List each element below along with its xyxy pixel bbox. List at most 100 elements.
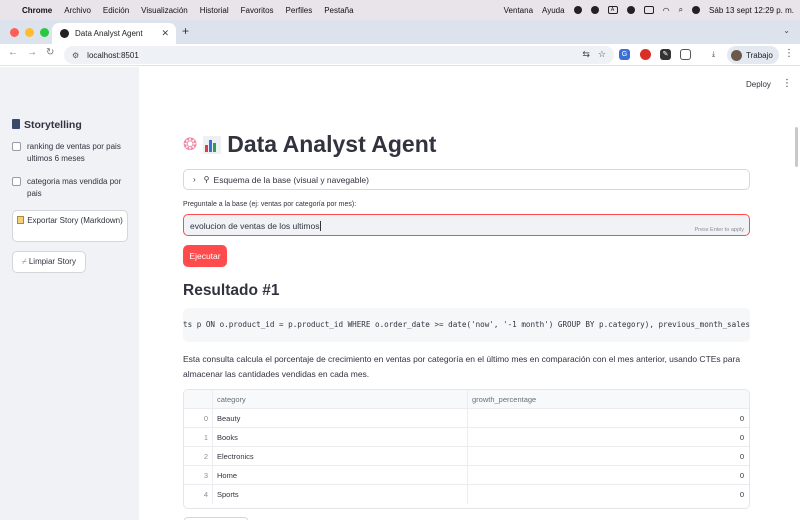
story-item-checkbox[interactable]: ranking de ventas por pais ultimos 6 mes… [12, 141, 130, 165]
zoom-window-icon[interactable] [40, 28, 49, 37]
sql-code: ts p ON o.product_id = p.product_id WHER… [183, 320, 750, 329]
menu-archivo[interactable]: Archivo [64, 6, 91, 15]
story-item-checkbox[interactable]: categoria mas vendida por pais [12, 176, 130, 200]
story-item-label: ranking de ventas por pais ultimos 6 mes… [27, 142, 121, 163]
browser-toolbar: ← → ↻ ⚙ localhost:8501 ⇆ ☆ G ✎ ⤓ Trabajo… [0, 44, 800, 66]
checkbox[interactable] [12, 177, 21, 186]
thread-spool-icon [12, 119, 20, 129]
minimize-window-icon[interactable] [25, 28, 34, 37]
forward-arrow-icon[interactable]: → [27, 47, 37, 58]
close-window-icon[interactable] [10, 28, 19, 37]
address-url[interactable]: localhost:8501 [87, 51, 139, 60]
query-value[interactable]: evolucion de ventas de los ultimos [190, 221, 319, 231]
table-header: category growth_percentage [184, 390, 749, 409]
growth-cell[interactable]: 0 [467, 409, 749, 428]
query-input[interactable]: evolucion de ventas de los ultimos Press… [183, 214, 750, 236]
tab-search-chevron-icon[interactable]: ⌄ [783, 26, 790, 35]
bookmark-star-icon[interactable]: ☆ [598, 49, 606, 60]
play-icon[interactable] [590, 6, 599, 14]
export-story-button[interactable]: Exportar Story (Markdown) [12, 210, 128, 242]
story-item-label: categoria mas vendida por pais [27, 177, 122, 198]
column-header[interactable]: category [212, 390, 466, 409]
broom-icon: ⌿ [22, 257, 27, 266]
run-button[interactable]: Ejecutar [183, 245, 227, 267]
record-icon[interactable] [573, 6, 582, 14]
main-content: Deploy ⋮ ❂ Data Analyst Agent › ⚲ Esquem… [139, 67, 800, 520]
category-cell[interactable]: Electronics [212, 447, 466, 466]
checkbox[interactable] [12, 142, 21, 151]
row-index: 4 [203, 490, 208, 499]
brain-icon: ❂ [183, 134, 198, 154]
search-icon[interactable]: ⌕ [679, 5, 683, 15]
index-header [184, 390, 208, 409]
column-header[interactable]: growth_percentage [467, 390, 749, 409]
row-index: 0 [203, 414, 208, 423]
table-row[interactable]: 4 Sports 0 [184, 485, 749, 504]
wifi-icon[interactable]: ◠ [663, 6, 670, 15]
menu-perfiles[interactable]: Perfiles [286, 6, 313, 15]
menu-ventana[interactable]: Ventana [504, 6, 533, 15]
table-row[interactable]: 2 Electronics 0 [184, 447, 749, 466]
extensions-puzzle-icon[interactable] [680, 49, 691, 60]
table-row[interactable]: 1 Books 0 [184, 428, 749, 447]
page-title: ❂ Data Analyst Agent [183, 131, 437, 157]
chevron-right-icon: › [193, 175, 196, 184]
pen-extension-icon[interactable]: ✎ [660, 49, 671, 60]
menu-chrome[interactable]: Chrome [22, 6, 52, 15]
translate-icon[interactable]: ⇆ [582, 49, 590, 60]
streamlit-favicon-icon [60, 29, 69, 38]
table-row[interactable]: 3 Home 0 [184, 466, 749, 485]
growth-cell[interactable]: 0 [467, 466, 749, 485]
download-icon[interactable]: ⤓ [708, 49, 719, 60]
clear-story-button[interactable]: ⌿ Limpiar Story [12, 251, 86, 273]
menu-visualizacion[interactable]: Visualización [141, 6, 188, 15]
result-description: Esta consulta calcula el porcentaje de c… [183, 354, 741, 379]
category-cell[interactable]: Home [212, 466, 466, 485]
menu-ayuda[interactable]: Ayuda [542, 6, 565, 15]
growth-cell[interactable]: 0 [467, 447, 749, 466]
menu-favoritos[interactable]: Favoritos [241, 6, 274, 15]
site-info-icon[interactable]: ⚙ [72, 51, 79, 60]
back-arrow-icon[interactable]: ← [8, 47, 18, 58]
magnifier-icon: ⚲ [203, 175, 210, 184]
profile-name: Trabajo [746, 50, 773, 60]
category-cell[interactable]: Beauty [212, 409, 466, 428]
browser-tab[interactable]: Data Analyst Agent ✕ [52, 23, 176, 44]
growth-cell[interactable]: 0 [467, 485, 749, 504]
battery-icon[interactable] [643, 6, 654, 14]
reload-icon[interactable]: ↻ [46, 47, 54, 58]
table-row[interactable]: 0 Beauty 0 [184, 409, 749, 428]
window-controls [10, 28, 49, 37]
result-table[interactable]: category growth_percentage 0 Beauty 0 1 … [183, 389, 750, 509]
extension-red-icon[interactable] [640, 49, 651, 60]
category-cell[interactable]: Sports [212, 485, 466, 504]
deploy-button[interactable]: Deploy [746, 80, 771, 89]
menubar-clock[interactable]: Sáb 13 sept 12:29 p. m. [709, 6, 794, 15]
browser-menu-icon[interactable]: ⋮ [784, 48, 794, 59]
row-index: 3 [203, 471, 208, 480]
sidebar-title: Storytelling [12, 119, 82, 131]
menu-pestana[interactable]: Pestaña [324, 6, 353, 15]
expander-label: Esquema de la base (visual y navegable) [213, 174, 369, 185]
control-center-icon[interactable] [692, 6, 701, 14]
address-bar[interactable]: ⚙ localhost:8501 ⇆ ☆ [64, 46, 614, 64]
row-index: 2 [203, 452, 208, 461]
browser-tab-strip: Data Analyst Agent ✕ + ⌄ [0, 20, 800, 44]
memo-icon [17, 216, 25, 224]
new-tab-icon[interactable]: + [182, 24, 189, 38]
app-menu-icon[interactable]: ⋮ [782, 78, 792, 89]
close-tab-icon[interactable]: ✕ [161, 28, 169, 39]
growth-cell[interactable]: 0 [467, 428, 749, 447]
status-icon[interactable] [626, 6, 635, 14]
schema-expander[interactable]: › ⚲ Esquema de la base (visual y navegab… [183, 169, 750, 190]
profile-chip[interactable]: Trabajo [727, 46, 779, 64]
sql-code-block[interactable]: ts p ON o.product_id = p.product_id WHER… [183, 308, 750, 342]
translate-extension-icon[interactable]: G [619, 49, 630, 60]
scrollbar[interactable] [795, 127, 798, 167]
row-index: 1 [203, 433, 208, 442]
avatar [731, 49, 742, 61]
menu-historial[interactable]: Historial [200, 6, 229, 15]
menu-edicion[interactable]: Edición [103, 6, 129, 15]
category-cell[interactable]: Books [212, 428, 466, 447]
text-icon[interactable]: A [607, 6, 618, 14]
